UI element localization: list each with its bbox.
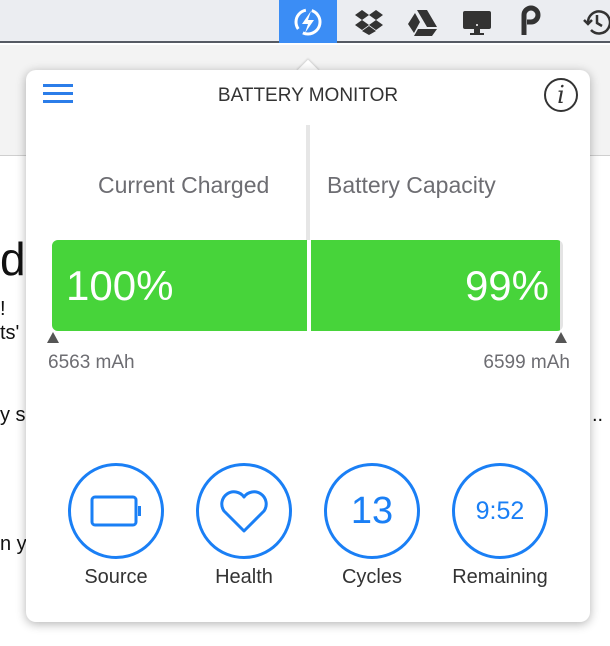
bar-divider [307, 240, 311, 331]
health-label: Health [215, 566, 273, 588]
time-machine-icon[interactable] [568, 0, 610, 43]
background-text: .. [592, 404, 604, 426]
menu-bar [0, 0, 610, 43]
battery-capacity-mah: 6599 mAh [483, 352, 570, 373]
remaining-button[interactable]: 9:52 [452, 463, 548, 559]
remaining-label: Remaining [452, 566, 548, 588]
background-text: d [0, 233, 26, 285]
background-text: ts' [0, 322, 20, 344]
battery-capacity-label: Battery Capacity [327, 172, 496, 198]
triangle-marker-icon [555, 332, 567, 343]
battery-icon [90, 495, 141, 527]
popover-title: BATTERY MONITOR [217, 85, 399, 106]
triangle-marker-icon [47, 332, 59, 343]
background-text: ! [0, 298, 6, 320]
display-icon[interactable] [448, 0, 506, 43]
source-button[interactable] [68, 463, 164, 559]
current-charged-percent: 100% [66, 262, 174, 309]
cycles-button[interactable]: 13 [324, 463, 420, 559]
heart-icon [220, 490, 268, 533]
info-icon[interactable]: i [544, 78, 578, 112]
battery-bar: 100% 99% [52, 240, 563, 331]
dropbox-icon[interactable] [340, 0, 398, 43]
current-charged-label: Current Charged [98, 172, 270, 198]
battery-monitor-icon[interactable] [279, 0, 337, 43]
battery-capacity-percent: 99% [464, 262, 549, 309]
background-text: n y [0, 533, 27, 555]
background-text: y s [0, 404, 26, 426]
health-button[interactable] [196, 463, 292, 559]
battery-monitor-popover: BATTERY MONITOR i Current Charged Batter… [26, 70, 590, 622]
current-charged-mah: 6563 mAh [48, 352, 135, 373]
google-drive-icon[interactable] [393, 0, 451, 43]
p-app-icon[interactable] [500, 0, 558, 43]
cycles-label: Cycles [341, 566, 402, 588]
source-label: Source [84, 566, 148, 588]
